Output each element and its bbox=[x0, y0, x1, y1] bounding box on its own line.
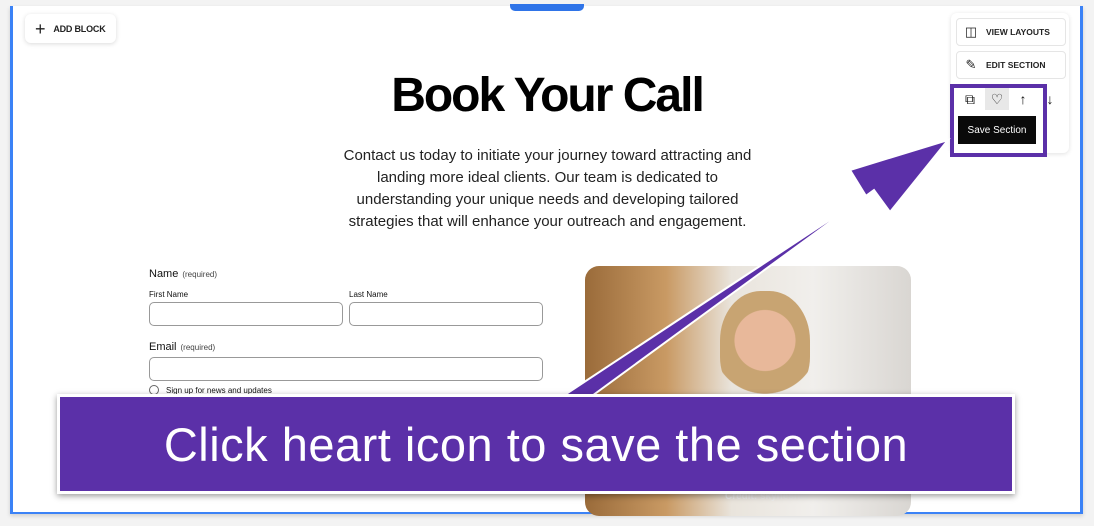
annotation-banner: Click heart icon to save the section bbox=[57, 394, 1015, 494]
